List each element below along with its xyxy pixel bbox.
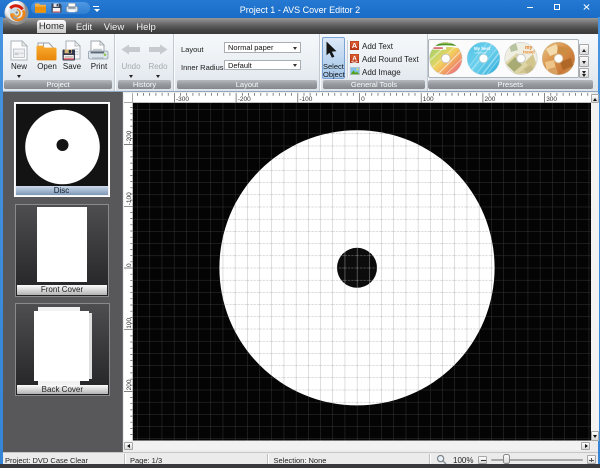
svg-text:travel: travel [523,49,535,54]
svg-text:200: 200 [125,379,132,390]
svg-text:0: 0 [125,263,132,267]
svg-text:A: A [352,41,358,50]
svg-text:100: 100 [422,96,433,103]
svg-text:-300: -300 [176,96,189,103]
svg-text:-200: -200 [237,96,250,103]
svg-text:200: 200 [484,96,495,103]
svg-text:0: 0 [361,96,365,103]
svg-text:-100: -100 [299,96,312,103]
svg-text:-100: -100 [125,192,132,205]
svg-text:100: 100 [125,317,132,328]
svg-text:-200: -200 [125,130,132,143]
svg-text:300: 300 [546,96,557,103]
